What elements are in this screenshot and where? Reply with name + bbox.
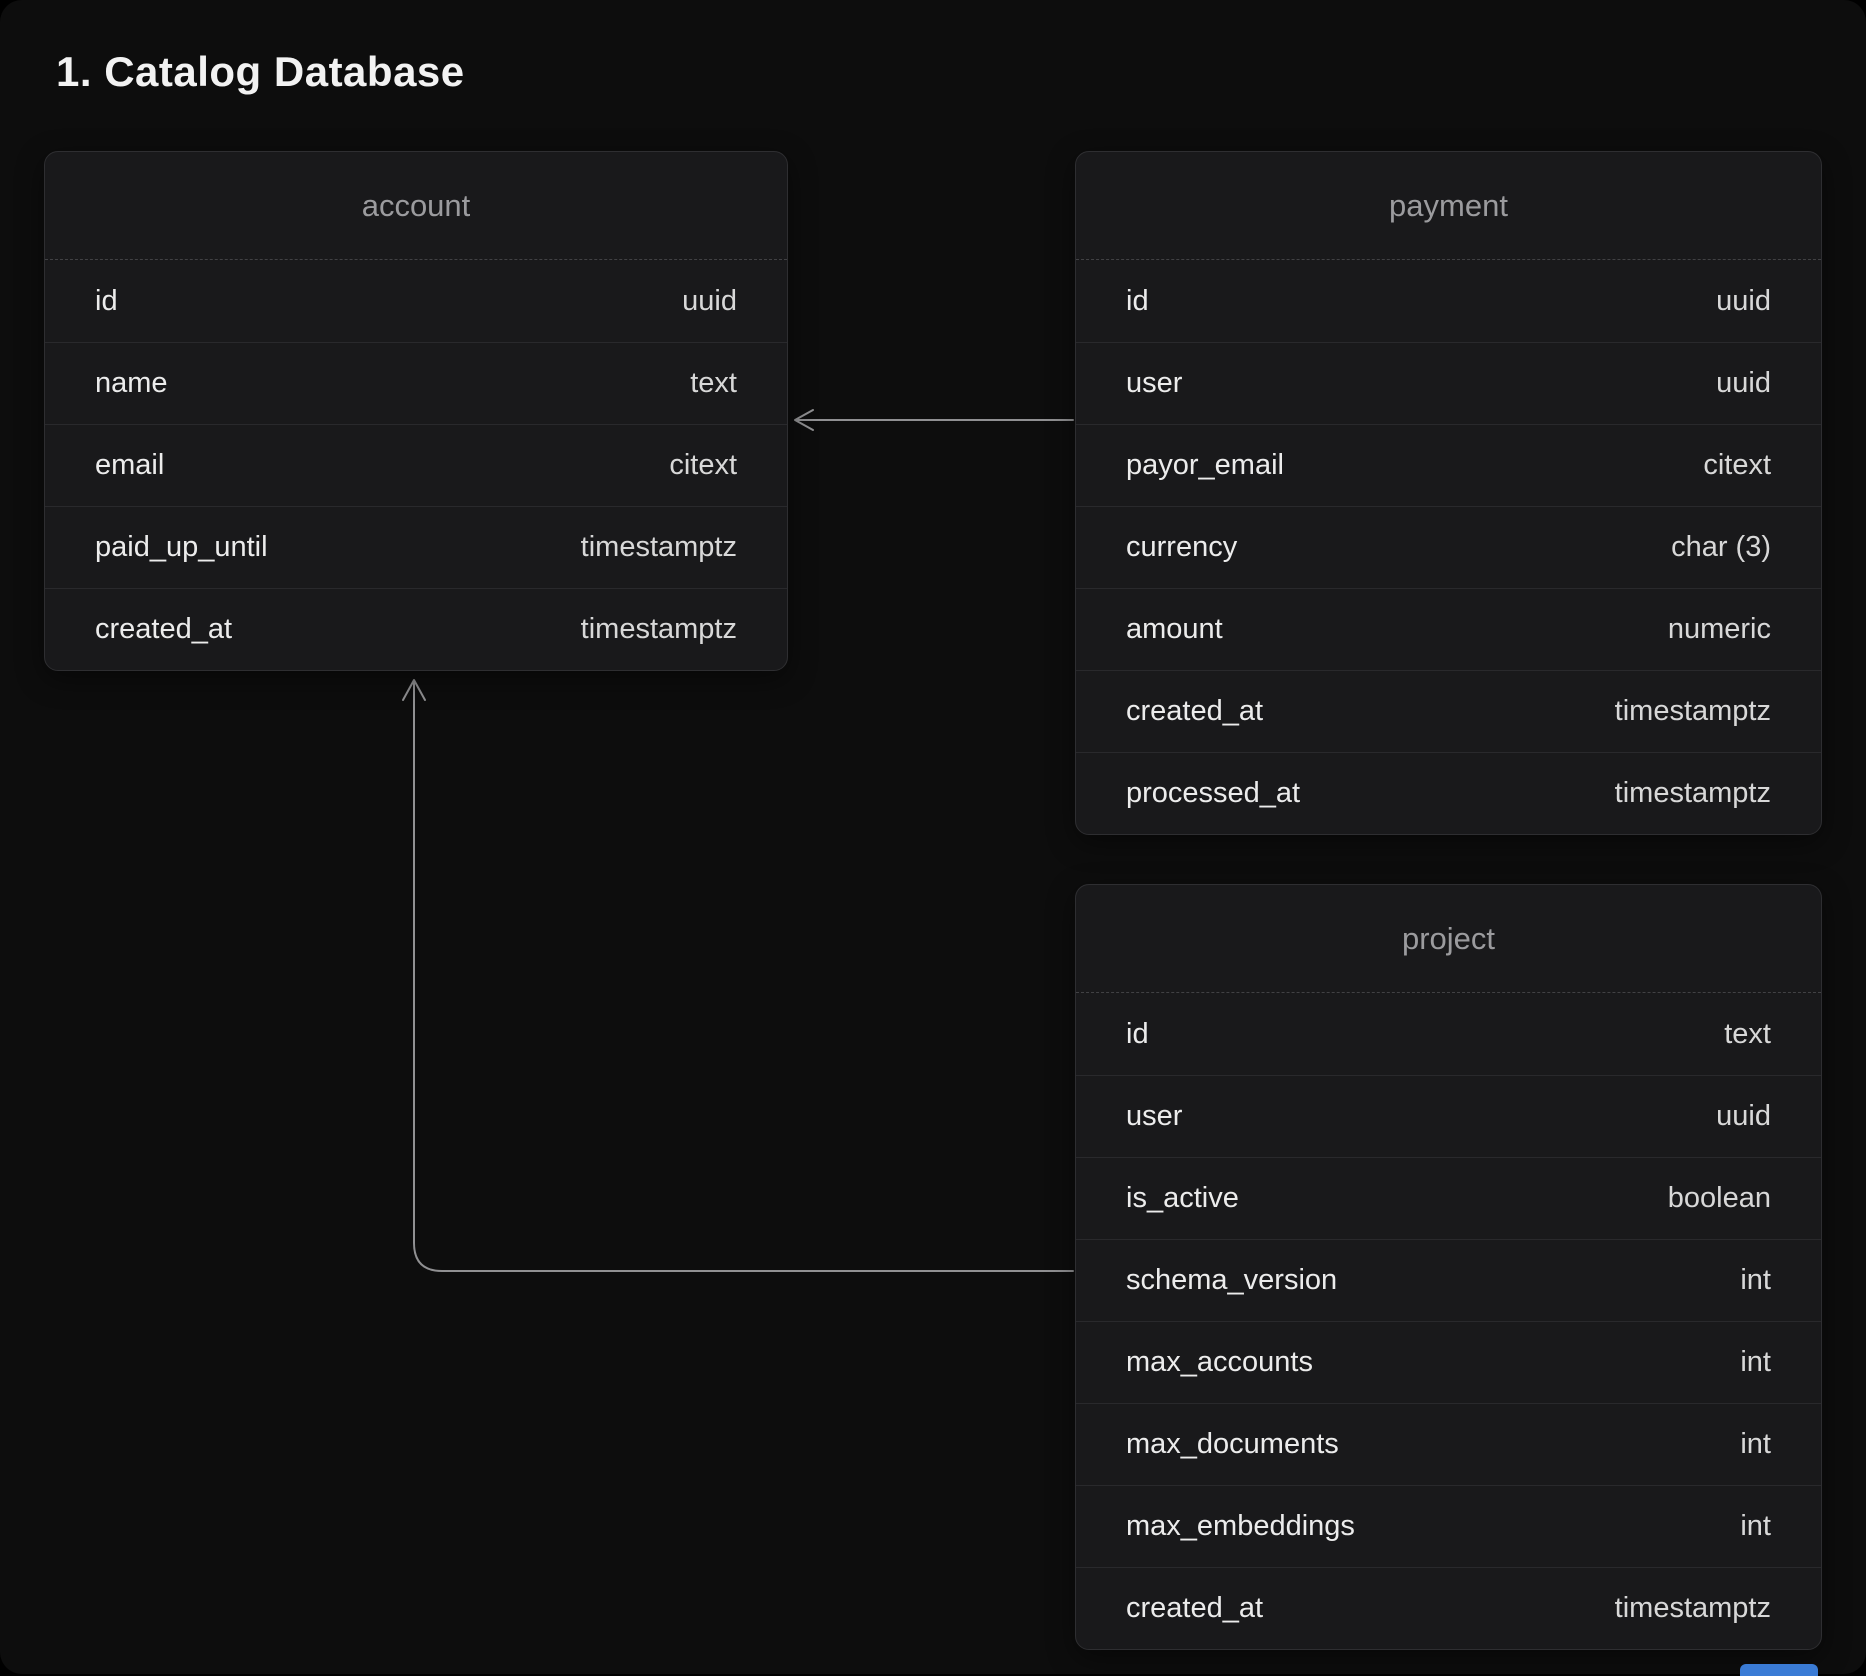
- field-type: timestamptz: [581, 613, 737, 646]
- table-row: max_documents int: [1076, 1403, 1821, 1485]
- table-row: created_at timestamptz: [45, 588, 787, 670]
- table-row: name text: [45, 342, 787, 424]
- field-type: int: [1740, 1510, 1771, 1543]
- table-title: project: [1402, 921, 1495, 957]
- table-row: amount numeric: [1076, 588, 1821, 670]
- field-type: int: [1740, 1264, 1771, 1297]
- table-header: payment: [1076, 152, 1821, 260]
- field-type: int: [1740, 1346, 1771, 1379]
- field-type: boolean: [1668, 1182, 1771, 1215]
- scrollbar-thumb[interactable]: [1740, 1664, 1818, 1676]
- table-payment[interactable]: payment id uuid user uuid payor_email citext c…: [1075, 151, 1822, 835]
- table-row: email citext: [45, 424, 787, 506]
- field-type: citext: [1703, 449, 1771, 482]
- field-name: user: [1126, 367, 1182, 400]
- field-name: id: [1126, 285, 1149, 318]
- field-type: timestamptz: [1615, 777, 1771, 810]
- table-row: user uuid: [1076, 1075, 1821, 1157]
- field-name: payor_email: [1126, 449, 1284, 482]
- field-type: uuid: [1716, 285, 1771, 318]
- field-name: id: [1126, 1018, 1149, 1051]
- field-name: schema_version: [1126, 1264, 1337, 1297]
- page-title: 1. Catalog Database: [56, 48, 465, 96]
- table-account[interactable]: account id uuid name text email citext paid_up…: [44, 151, 788, 671]
- field-type: char (3): [1671, 531, 1771, 564]
- field-name: processed_at: [1126, 777, 1300, 810]
- table-title: account: [362, 188, 471, 224]
- field-name: created_at: [95, 613, 232, 646]
- field-name: max_documents: [1126, 1428, 1339, 1461]
- field-name: user: [1126, 1100, 1182, 1133]
- table-row: max_accounts int: [1076, 1321, 1821, 1403]
- connector-payment-to-account: [795, 410, 1073, 430]
- table-row: processed_at timestamptz: [1076, 752, 1821, 834]
- table-body: iduuiduseruuidpayor_emailcitextcurrencyc…: [1076, 260, 1821, 834]
- field-type: text: [690, 367, 737, 400]
- table-header: project: [1076, 885, 1821, 993]
- diagram-canvas: 1. Catalog Database account id uuid name te…: [0, 0, 1866, 1674]
- table-row: max_embeddings int: [1076, 1485, 1821, 1567]
- field-name: is_active: [1126, 1182, 1239, 1215]
- arrowhead-up-icon: [403, 680, 425, 700]
- field-type: int: [1740, 1428, 1771, 1461]
- field-name: name: [95, 367, 168, 400]
- table-body: id text user uuid is_active boolean schema_ver…: [1076, 993, 1821, 1649]
- field-type: uuid: [682, 285, 737, 318]
- field-type: timestamptz: [1615, 1592, 1771, 1625]
- field-name: created_at: [1126, 1592, 1263, 1625]
- table-row: created_at timestamptz: [1076, 1567, 1821, 1649]
- table-row: payor_email citext: [1076, 424, 1821, 506]
- table-body: iduuidnametextemailcitextpaid_up_untilti…: [45, 260, 787, 670]
- field-name: currency: [1126, 531, 1237, 564]
- field-type: uuid: [1716, 1100, 1771, 1133]
- field-type: numeric: [1668, 613, 1771, 646]
- field-type: timestamptz: [581, 531, 737, 564]
- table-row: created_at timestamptz: [1076, 670, 1821, 752]
- field-type: citext: [669, 449, 737, 482]
- table-title: payment: [1389, 188, 1508, 224]
- field-name: id: [95, 285, 118, 318]
- table-row: user uuid: [1076, 342, 1821, 424]
- field-name: max_accounts: [1126, 1346, 1313, 1379]
- table-row: is_active boolean: [1076, 1157, 1821, 1239]
- arrowhead-left-icon: [795, 410, 813, 430]
- field-type: text: [1724, 1018, 1771, 1051]
- field-type: timestamptz: [1615, 695, 1771, 728]
- table-row: paid_up_until timestamptz: [45, 506, 787, 588]
- field-name: paid_up_until: [95, 531, 268, 564]
- table-row: id uuid: [1076, 260, 1821, 342]
- table-row: schema_version int: [1076, 1239, 1821, 1321]
- field-type: uuid: [1716, 367, 1771, 400]
- field-name: max_embeddings: [1126, 1510, 1355, 1543]
- table-row: id uuid: [45, 260, 787, 342]
- table-project[interactable]: project id text user uuid is_active boolean sc…: [1075, 884, 1822, 1650]
- connector-project-to-account: [403, 680, 1073, 1271]
- field-name: amount: [1126, 613, 1223, 646]
- table-row: currency char (3): [1076, 506, 1821, 588]
- table-header: account: [45, 152, 787, 260]
- field-name: email: [95, 449, 164, 482]
- field-name: created_at: [1126, 695, 1263, 728]
- table-row: id text: [1076, 993, 1821, 1075]
